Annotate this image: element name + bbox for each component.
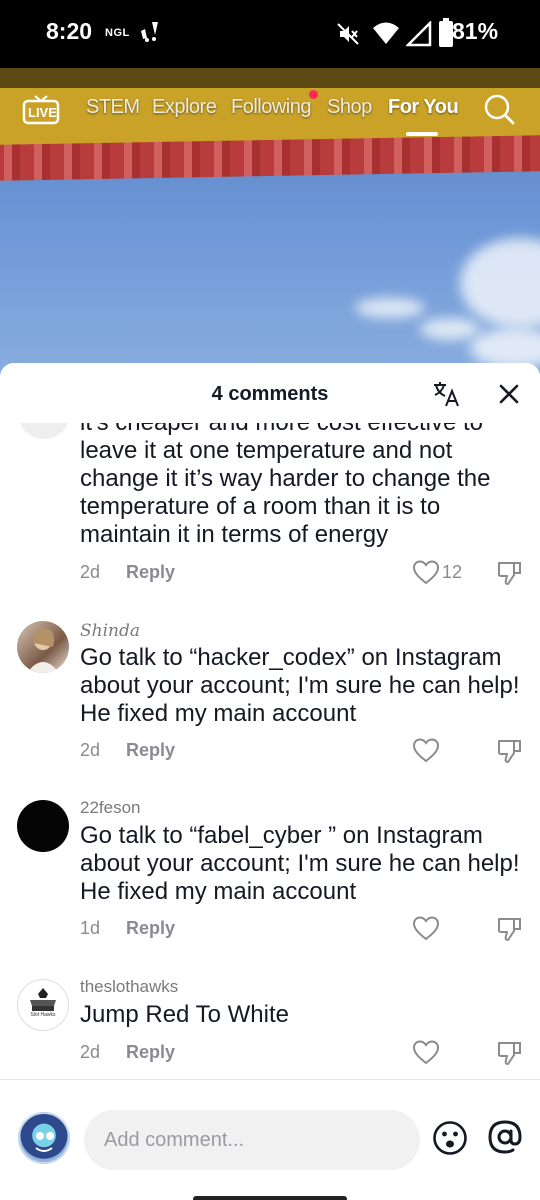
- heart-icon[interactable]: [412, 737, 440, 763]
- avatar[interactable]: [17, 621, 69, 673]
- comment-username[interactable]: Shinda: [80, 621, 140, 641]
- live-button[interactable]: LIVE: [22, 92, 60, 126]
- avatar[interactable]: Slot Hawks: [17, 979, 69, 1031]
- comment-text: Jump Red To White: [80, 1001, 289, 1028]
- comment-username[interactable]: theslothawks: [80, 977, 178, 997]
- status-icons: [310, 0, 540, 68]
- comment-text: Go talk to “hacker_codex” on Instagram a…: [80, 644, 520, 727]
- status-bar: 8:20 NGL 81%: [0, 0, 540, 68]
- reply-button[interactable]: Reply: [126, 740, 175, 761]
- heart-icon[interactable]: [412, 915, 440, 941]
- live-label: LIVE: [28, 105, 57, 120]
- tab-explore[interactable]: Explore: [152, 96, 217, 119]
- active-tab-indicator: [406, 132, 438, 136]
- avatar-logo-text: Slot Hawks: [30, 1012, 56, 1018]
- like-count: 12: [442, 562, 463, 582]
- close-icon[interactable]: [496, 381, 522, 407]
- reply-button[interactable]: Reply: [126, 1042, 175, 1063]
- search-icon[interactable]: [482, 92, 516, 126]
- notification-icon: [141, 22, 158, 42]
- tab-stem[interactable]: STEM: [86, 96, 140, 119]
- my-avatar[interactable]: [18, 1112, 70, 1164]
- comment-age: 2d: [80, 1042, 101, 1062]
- sloth-hawks-logo: [30, 988, 56, 1011]
- comment-input[interactable]: [84, 1110, 420, 1170]
- battery-percent: 81%: [452, 18, 499, 44]
- dislike-icon[interactable]: [496, 559, 524, 587]
- avatar[interactable]: [17, 800, 69, 852]
- comments-header: 4 comments: [0, 363, 540, 423]
- dislike-icon[interactable]: [496, 737, 524, 765]
- tab-shop[interactable]: Shop: [327, 96, 372, 119]
- comment-text: Go talk to “fabel_cyber ” on Instagram a…: [80, 822, 520, 905]
- comment-age: 1d: [80, 918, 101, 938]
- dislike-icon[interactable]: [496, 915, 524, 943]
- status-time: 8:20: [46, 18, 93, 44]
- emoji-icon[interactable]: [432, 1120, 468, 1156]
- heart-icon[interactable]: [412, 559, 440, 585]
- mention-icon[interactable]: [486, 1118, 524, 1156]
- comment-username[interactable]: 22feson: [80, 798, 141, 818]
- following-notification-dot: [309, 90, 318, 99]
- top-nav: LIVE STEM Explore Following Shop For You: [0, 90, 540, 140]
- comment-age: 2d: [80, 562, 101, 582]
- home-indicator[interactable]: [193, 1196, 347, 1200]
- comments-sheet: it's cheaper and more cost effective to …: [0, 363, 540, 1200]
- translate-icon[interactable]: [432, 379, 462, 409]
- tab-for-you[interactable]: For You: [388, 96, 459, 119]
- status-ngl-badge: NGL: [105, 27, 130, 39]
- comment-age: 2d: [80, 740, 101, 760]
- reply-button[interactable]: Reply: [126, 562, 175, 583]
- dislike-icon[interactable]: [496, 1039, 524, 1067]
- mute-icon: [337, 23, 359, 45]
- wifi-icon: [373, 22, 399, 44]
- comment-text: it's cheaper and more cost effective to …: [80, 409, 491, 548]
- comment-composer: [0, 1079, 540, 1200]
- comment-list[interactable]: it's cheaper and more cost effective to …: [0, 363, 540, 1083]
- tab-following[interactable]: Following: [231, 96, 311, 119]
- signal-icon: [406, 21, 432, 47]
- heart-icon[interactable]: [412, 1039, 440, 1065]
- reply-button[interactable]: Reply: [126, 918, 175, 939]
